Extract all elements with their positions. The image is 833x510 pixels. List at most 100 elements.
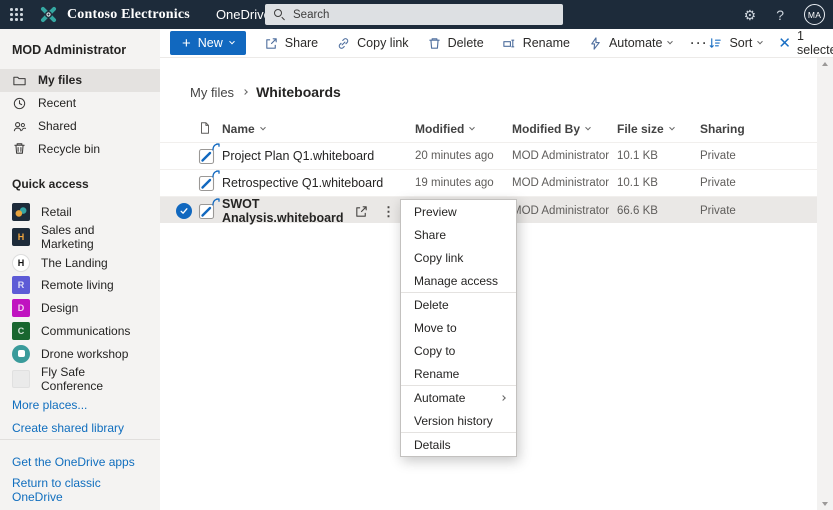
search-box <box>265 4 563 25</box>
share-button[interactable]: Share <box>264 36 318 51</box>
sidebar-item-label: Sales and Marketing <box>41 223 95 252</box>
rename-button[interactable]: Rename <box>502 36 570 51</box>
file-modified-by: MOD Administrator <box>512 177 610 189</box>
automate-icon <box>591 36 600 50</box>
retail-site-icon <box>12 202 30 221</box>
automate-button[interactable]: Automate <box>588 36 674 51</box>
sort-button[interactable]: Sort <box>708 36 764 51</box>
file-modified: 19 minutes ago <box>415 177 494 189</box>
return-classic-link[interactable]: Return to classic OneDrive <box>0 476 160 504</box>
chevron-right-icon <box>242 89 248 95</box>
plus-icon: + <box>182 34 191 52</box>
column-header-file-size[interactable]: File size <box>617 122 700 136</box>
sidebar-item-retail[interactable]: Retail <box>0 200 160 223</box>
sidebar-item-design[interactable]: D Design <box>0 297 160 320</box>
menu-item-details[interactable]: Details <box>401 433 516 456</box>
new-button-label: New <box>197 36 223 50</box>
sidebar: MOD Administrator My files Recent Shared… <box>0 29 160 510</box>
file-modified: 20 minutes ago <box>415 150 494 162</box>
chevron-down-icon <box>668 124 675 131</box>
sidebar-item-recycle-bin[interactable]: Recycle bin <box>0 137 160 160</box>
share-icon[interactable] <box>354 204 369 219</box>
account-avatar[interactable]: MA <box>804 4 825 25</box>
menu-item-manage-access[interactable]: Manage access <box>401 269 516 292</box>
sidebar-item-shared[interactable]: Shared <box>0 115 160 138</box>
sidebar-item-my-files[interactable]: My files <box>0 69 160 92</box>
menu-item-rename[interactable]: Rename <box>401 362 516 385</box>
brand-name: Contoso Electronics <box>67 6 190 22</box>
file-name[interactable]: Retrospective Q1.whiteboard <box>222 176 415 190</box>
new-item-badge-icon <box>212 197 220 206</box>
rename-label: Rename <box>522 36 570 50</box>
menu-item-delete[interactable]: Delete <box>401 293 516 316</box>
search-input[interactable] <box>265 4 563 25</box>
contoso-logo-icon <box>39 5 58 24</box>
sidebar-item-label: Shared <box>38 119 77 134</box>
sidebar-footer: Get the OneDrive apps Return to classic … <box>0 439 160 510</box>
copy-link-button[interactable]: Copy link <box>336 36 409 51</box>
breadcrumb-my-files[interactable]: My files <box>190 85 234 100</box>
scroll-down-icon[interactable] <box>822 502 828 506</box>
delete-button[interactable]: Delete <box>427 36 484 51</box>
menu-item-share[interactable]: Share <box>401 223 516 246</box>
remote-living-site-icon: R <box>12 276 30 295</box>
sort-icon <box>710 37 722 48</box>
menu-item-copy-to[interactable]: Copy to <box>401 339 516 362</box>
sidebar-item-label: Recent <box>38 96 77 111</box>
sidebar-item-communications[interactable]: C Communications <box>0 320 160 343</box>
sidebar-item-label: My files <box>38 73 83 88</box>
help-icon[interactable]: ? <box>776 8 784 22</box>
sidebar-item-label: The Landing <box>41 255 108 270</box>
automate-label: Automate <box>608 36 663 50</box>
topbar-actions: ⚙ ? MA <box>744 0 825 29</box>
menu-item-copy-link[interactable]: Copy link <box>401 246 516 269</box>
file-row-retrospective[interactable]: Retrospective Q1.whiteboard 19 minutes a… <box>160 169 833 196</box>
sidebar-item-fly-safe-conference[interactable]: Fly Safe Conference <box>0 365 160 393</box>
settings-gear-icon[interactable]: ⚙ <box>744 8 757 22</box>
new-button[interactable]: + New <box>170 31 246 55</box>
get-onedrive-apps-link[interactable]: Get the OneDrive apps <box>0 448 160 476</box>
column-header-name[interactable]: Name <box>222 122 415 136</box>
copy-link-label: Copy link <box>357 36 409 50</box>
sidebar-item-label: Design <box>41 301 79 316</box>
more-actions-icon[interactable]: ⋮ <box>382 205 395 218</box>
sidebar-item-label: Drone workshop <box>41 346 129 361</box>
sidebar-item-recent[interactable]: Recent <box>0 92 160 115</box>
chevron-down-icon <box>667 38 674 45</box>
top-app-bar: Contoso Electronics OneDrive ⚙ ? MA <box>0 0 833 29</box>
clear-selection-button[interactable]: ✕ 1 selected <box>778 29 833 57</box>
doc-type-column-icon[interactable] <box>198 121 222 138</box>
file-sharing: Private <box>700 205 736 217</box>
file-row-project-plan[interactable]: Project Plan Q1.whiteboard 20 minutes ag… <box>160 142 833 169</box>
fly-safe-site-icon <box>12 370 30 389</box>
menu-item-preview[interactable]: Preview <box>401 200 516 223</box>
app-name[interactable]: OneDrive <box>216 7 271 22</box>
selected-count-label: 1 selected <box>796 29 833 57</box>
column-header-sharing[interactable]: Sharing <box>700 122 833 136</box>
menu-item-move-to[interactable]: Move to <box>401 316 516 339</box>
menu-item-version-history[interactable]: Version history <box>401 409 516 432</box>
file-name-text: SWOT Analysis.whiteboard <box>222 197 344 225</box>
file-sharing: Private <box>700 177 736 189</box>
scroll-up-icon[interactable] <box>822 62 828 66</box>
folder-icon <box>13 76 26 86</box>
sidebar-item-sales-and-marketing[interactable]: H Sales and Marketing <box>0 223 160 251</box>
menu-item-automate[interactable]: Automate <box>401 386 516 409</box>
more-commands-button[interactable]: ··· <box>690 36 708 50</box>
file-context-menu: Preview Share Copy link Manage access De… <box>400 199 517 457</box>
create-shared-library-link[interactable]: Create shared library <box>0 416 160 439</box>
rename-icon <box>503 39 514 47</box>
sidebar-item-remote-living[interactable]: R Remote living <box>0 274 160 297</box>
file-modified-by: MOD Administrator <box>512 150 610 162</box>
column-header-modified[interactable]: Modified <box>415 122 512 136</box>
column-header-modified-by[interactable]: Modified By <box>512 122 617 136</box>
vertical-scrollbar[interactable] <box>817 58 833 510</box>
row-selected-checkbox[interactable] <box>176 203 192 219</box>
sidebar-item-the-landing[interactable]: H The Landing <box>0 251 160 274</box>
file-name[interactable]: Project Plan Q1.whiteboard <box>222 149 415 163</box>
design-site-icon: D <box>12 299 30 318</box>
more-places-link[interactable]: More places... <box>0 393 160 416</box>
sidebar-item-drone-workshop[interactable]: Drone workshop <box>0 342 160 365</box>
file-name[interactable]: SWOT Analysis.whiteboard ⋮ <box>222 197 415 225</box>
app-launcher-icon[interactable] <box>10 8 23 21</box>
